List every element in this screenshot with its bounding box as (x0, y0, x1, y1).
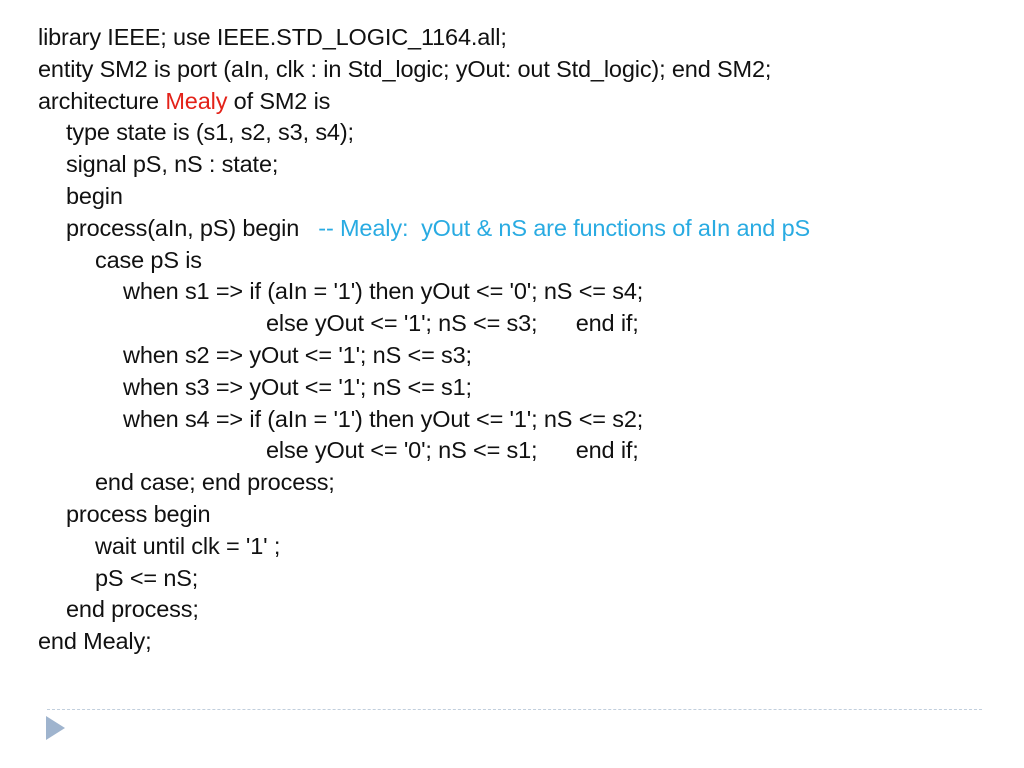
code-line-3-suffix: of SM2 is (227, 87, 331, 114)
code-line-19: end process; (66, 596, 199, 623)
vhdl-code-block: library IEEE; use IEEE.STD_LOGIC_1164.al… (38, 22, 998, 658)
code-line-18: pS <= nS; (95, 564, 199, 591)
code-line-4: type state is (s1, s2, s3, s4); (66, 119, 354, 146)
code-line-15: end case; end process; (95, 469, 335, 496)
footer-divider (47, 709, 982, 710)
code-line-7: process(aIn, pS) begin -- Mealy: yOut & … (38, 213, 998, 245)
code-line-6: begin (66, 182, 123, 209)
code-line-3: architecture Mealy of SM2 is (38, 86, 998, 118)
code-line-5: signal pS, nS : state; (66, 151, 279, 178)
code-line-12: when s3 => yOut <= '1'; nS <= s1; (123, 373, 472, 400)
code-line-1: library IEEE; use IEEE.STD_LOGIC_1164.al… (38, 24, 507, 50)
code-line-16: process begin (66, 500, 211, 527)
code-line-17: wait until clk = '1' ; (95, 532, 281, 559)
code-line-13: when s4 => if (aIn = '1') then yOut <= '… (123, 405, 644, 432)
code-line-14: else yOut <= '0'; nS <= s1; end if; (266, 437, 639, 464)
code-line-7-statement: process(aIn, pS) begin (66, 214, 319, 241)
code-line-10: else yOut <= '1'; nS <= s3; end if; (266, 310, 639, 337)
code-line-20: end Mealy; (38, 628, 152, 655)
code-line-9: when s1 => if (aIn = '1') then yOut <= '… (123, 278, 644, 305)
code-line-11: when s2 => yOut <= '1'; nS <= s3; (123, 341, 472, 368)
code-line-8: case pS is (95, 246, 202, 273)
mealy-comment: -- Mealy: yOut & nS are functions of aIn… (318, 214, 811, 241)
architecture-name-mealy: Mealy (165, 87, 228, 114)
code-line-2: entity SM2 is port (aIn, clk : in Std_lo… (38, 55, 772, 82)
slide-canvas: library IEEE; use IEEE.STD_LOGIC_1164.al… (0, 0, 1024, 768)
play-triangle-icon[interactable] (46, 716, 65, 740)
code-line-3-prefix: architecture (38, 87, 166, 114)
